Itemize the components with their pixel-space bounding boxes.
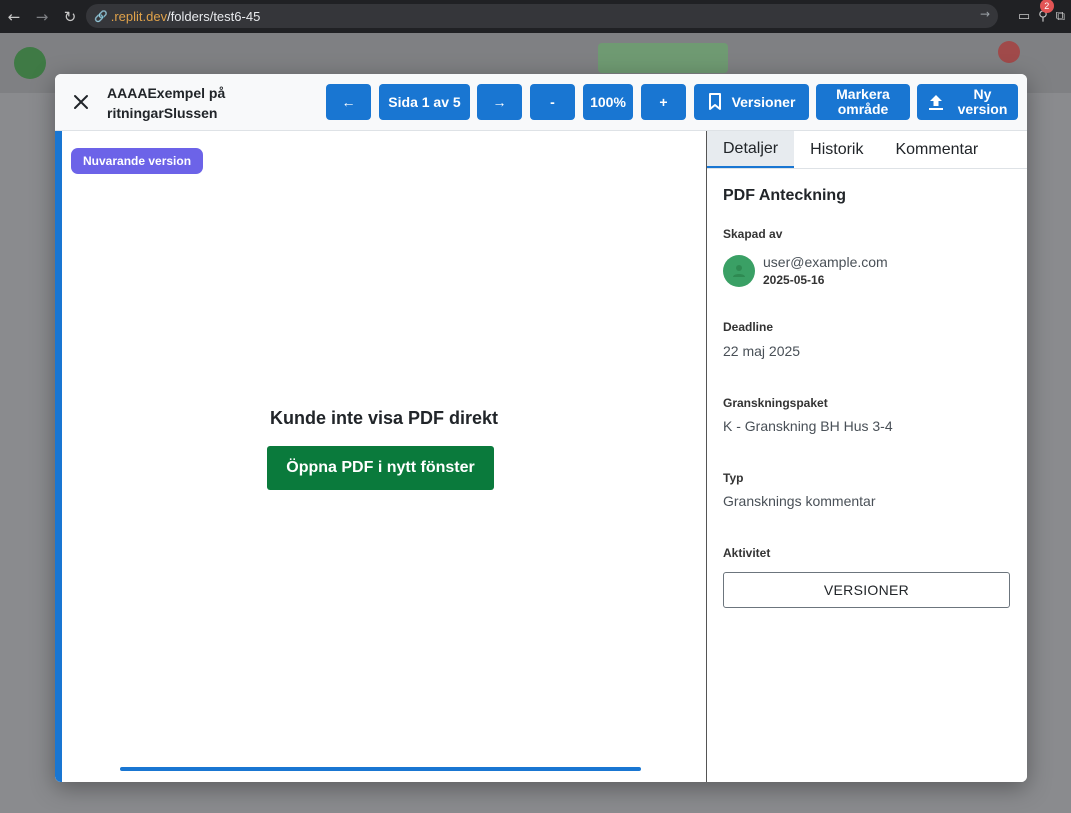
horizontal-scrollbar[interactable] bbox=[120, 767, 641, 771]
activity-versions-button[interactable]: VERSIONER bbox=[723, 572, 1010, 608]
cast-icon[interactable]: ▭ bbox=[1018, 9, 1030, 24]
tab-details[interactable]: Detaljer bbox=[707, 131, 795, 168]
go-icon[interactable]: → bbox=[980, 7, 990, 21]
creator-date: 2025-05-16 bbox=[763, 273, 825, 287]
modal-title: AAAAExempel på ritningarSlussen bbox=[107, 85, 226, 121]
package-value: K - Granskning BH Hus 3-4 bbox=[723, 418, 893, 434]
open-external-icon[interactable]: ⧉ bbox=[1056, 9, 1065, 24]
upload-icon bbox=[928, 95, 943, 110]
versions-button[interactable]: Versioner bbox=[694, 84, 809, 120]
deadline-value: 22 maj 2025 bbox=[723, 343, 801, 359]
type-value: Gransknings kommentar bbox=[723, 493, 876, 509]
package-label: Granskningspaket bbox=[723, 396, 828, 410]
reload-icon[interactable]: ↻ bbox=[56, 0, 84, 33]
zoom-level-button[interactable]: 100% bbox=[583, 84, 633, 120]
mark-area-button[interactable]: Markera område bbox=[816, 84, 910, 120]
backdrop-button bbox=[598, 43, 728, 73]
address-bar[interactable]: 🔗 .replit.dev/folders/test6-45 → bbox=[86, 4, 998, 28]
link-icon: 🔗 bbox=[94, 10, 108, 23]
pdf-viewer[interactable]: Nuvarande version Kunde inte visa PDF di… bbox=[55, 131, 706, 782]
prev-page-button[interactable]: ← bbox=[326, 84, 371, 120]
current-version-badge: Nuvarande version bbox=[71, 148, 204, 174]
backdrop-notification bbox=[998, 41, 1020, 63]
browser-toolbar: ← → ↻ 🔗 .replit.dev/folders/test6-45 → ▭… bbox=[0, 0, 1071, 33]
zoom-in-button[interactable]: + bbox=[641, 84, 686, 120]
back-icon[interactable]: ← bbox=[0, 0, 28, 33]
extension-badge: 2 bbox=[1039, 0, 1054, 13]
browser-actions: ▭ ⚲ 2 ⧉ bbox=[1018, 0, 1071, 33]
panel-body: PDF Anteckning Skapad av user@example.co… bbox=[723, 187, 1013, 608]
panel-tabs: Detaljer Historik Kommentar bbox=[707, 131, 1027, 169]
next-page-button[interactable]: → bbox=[477, 84, 522, 120]
pdf-annotation-modal: AAAAExempel på ritningarSlussen ← Sida 1… bbox=[55, 74, 1027, 782]
tab-comment[interactable]: Kommentar bbox=[879, 131, 994, 168]
new-version-label: Ny version bbox=[957, 86, 1008, 117]
url-path: /folders/test6-45 bbox=[167, 8, 261, 24]
type-label: Typ bbox=[723, 471, 744, 485]
open-pdf-button[interactable]: Öppna PDF i nytt fönster bbox=[267, 446, 494, 490]
tab-history[interactable]: Historik bbox=[794, 131, 879, 168]
zoom-out-button[interactable]: - bbox=[530, 84, 575, 120]
details-panel: Detaljer Historik Kommentar PDF Anteckni… bbox=[706, 131, 1027, 782]
extension-icon[interactable]: ⚲ 2 bbox=[1038, 0, 1054, 24]
viewer-error-message: Kunde inte visa PDF direkt bbox=[269, 408, 499, 428]
user-icon bbox=[733, 264, 745, 277]
activity-label: Aktivitet bbox=[723, 546, 771, 560]
backdrop-logo bbox=[14, 47, 46, 79]
url-host: .replit.dev bbox=[110, 8, 168, 24]
versions-button-label: Versioner bbox=[731, 93, 796, 110]
section-title: PDF Anteckning bbox=[723, 187, 846, 204]
bookmark-icon bbox=[708, 93, 721, 110]
creator-info: user@example.com 2025-05-16 bbox=[723, 254, 888, 287]
page-indicator-button[interactable]: Sida 1 av 5 bbox=[379, 84, 470, 120]
close-icon[interactable] bbox=[69, 90, 93, 114]
modal-header: AAAAExempel på ritningarSlussen ← Sida 1… bbox=[55, 74, 1027, 131]
creator-email: user@example.com bbox=[763, 254, 888, 270]
avatar bbox=[723, 254, 755, 287]
created-by-label: Skapad av bbox=[723, 227, 783, 241]
forward-icon[interactable]: → bbox=[28, 0, 56, 33]
new-version-button[interactable]: Ny version bbox=[917, 84, 1018, 120]
deadline-label: Deadline bbox=[723, 320, 774, 334]
